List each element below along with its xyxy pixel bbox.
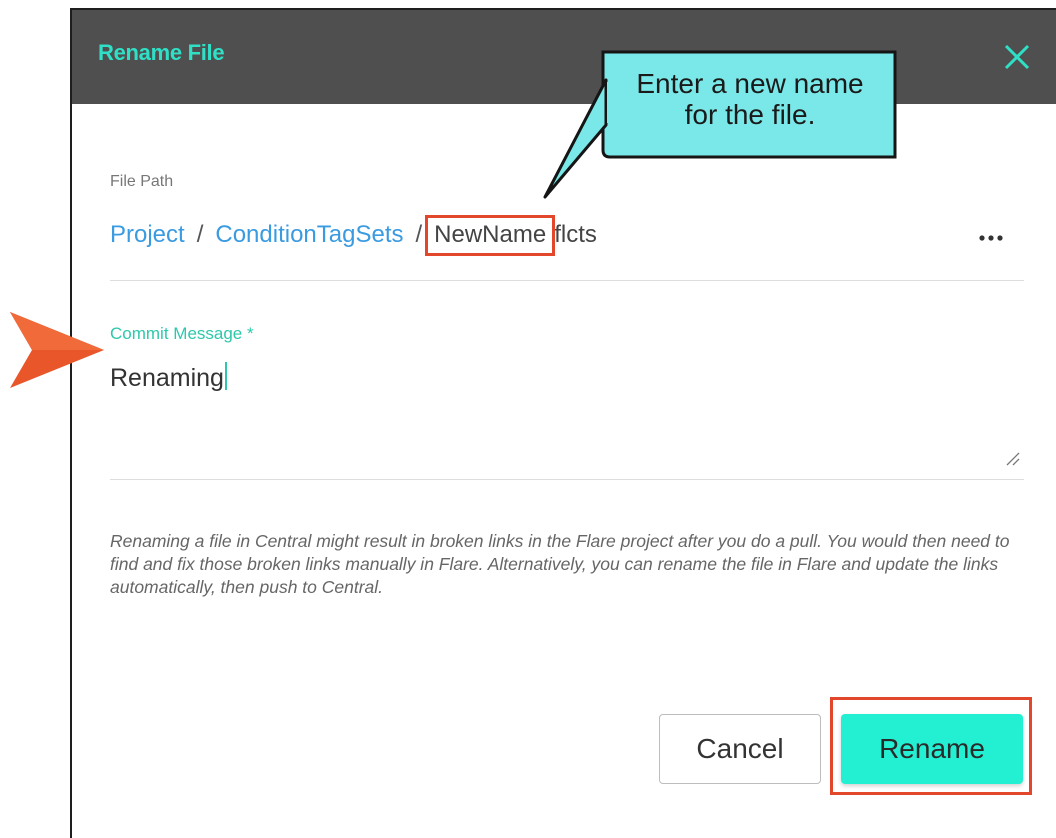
resize-handle-icon[interactable]	[1004, 450, 1020, 466]
rename-warning-text: Renaming a file in Central might result …	[110, 531, 1010, 597]
breadcrumb-separator: /	[196, 221, 204, 248]
divider	[110, 280, 1024, 281]
close-icon[interactable]	[1000, 40, 1034, 74]
commit-message-label: Commit Message *	[110, 324, 254, 343]
commit-message-input[interactable]: Renaming	[110, 362, 227, 393]
breadcrumb-separator: /	[415, 221, 423, 248]
commit-message-text: Renaming	[110, 364, 224, 392]
callout-text: Enter a new name for the file.	[606, 68, 894, 130]
divider	[110, 479, 1024, 480]
file-name-input[interactable]: NewName	[425, 215, 556, 256]
rename-file-dialog: Rename File File Path Project / ConditionT…	[70, 8, 1056, 838]
cancel-button[interactable]: Cancel	[659, 714, 821, 784]
dialog-header: Rename File	[72, 10, 1056, 104]
breadcrumb-conditiontagsets-link[interactable]: ConditionTagSets	[215, 221, 403, 248]
pointer-arrow-icon	[8, 310, 104, 395]
text-caret	[224, 362, 227, 390]
callout-line-2: for the file.	[684, 99, 816, 130]
breadcrumb: Project / ConditionTagSets / NewName flcts	[110, 215, 597, 256]
file-extension: flcts	[554, 221, 597, 248]
rename-button[interactable]: Rename	[841, 714, 1023, 784]
file-path-label: File Path	[110, 173, 174, 190]
dialog-title: Rename File	[98, 40, 225, 65]
callout-line-1: Enter a new name	[636, 68, 864, 99]
more-options-icon[interactable]	[978, 222, 1006, 250]
breadcrumb-project-link[interactable]: Project	[110, 221, 185, 248]
